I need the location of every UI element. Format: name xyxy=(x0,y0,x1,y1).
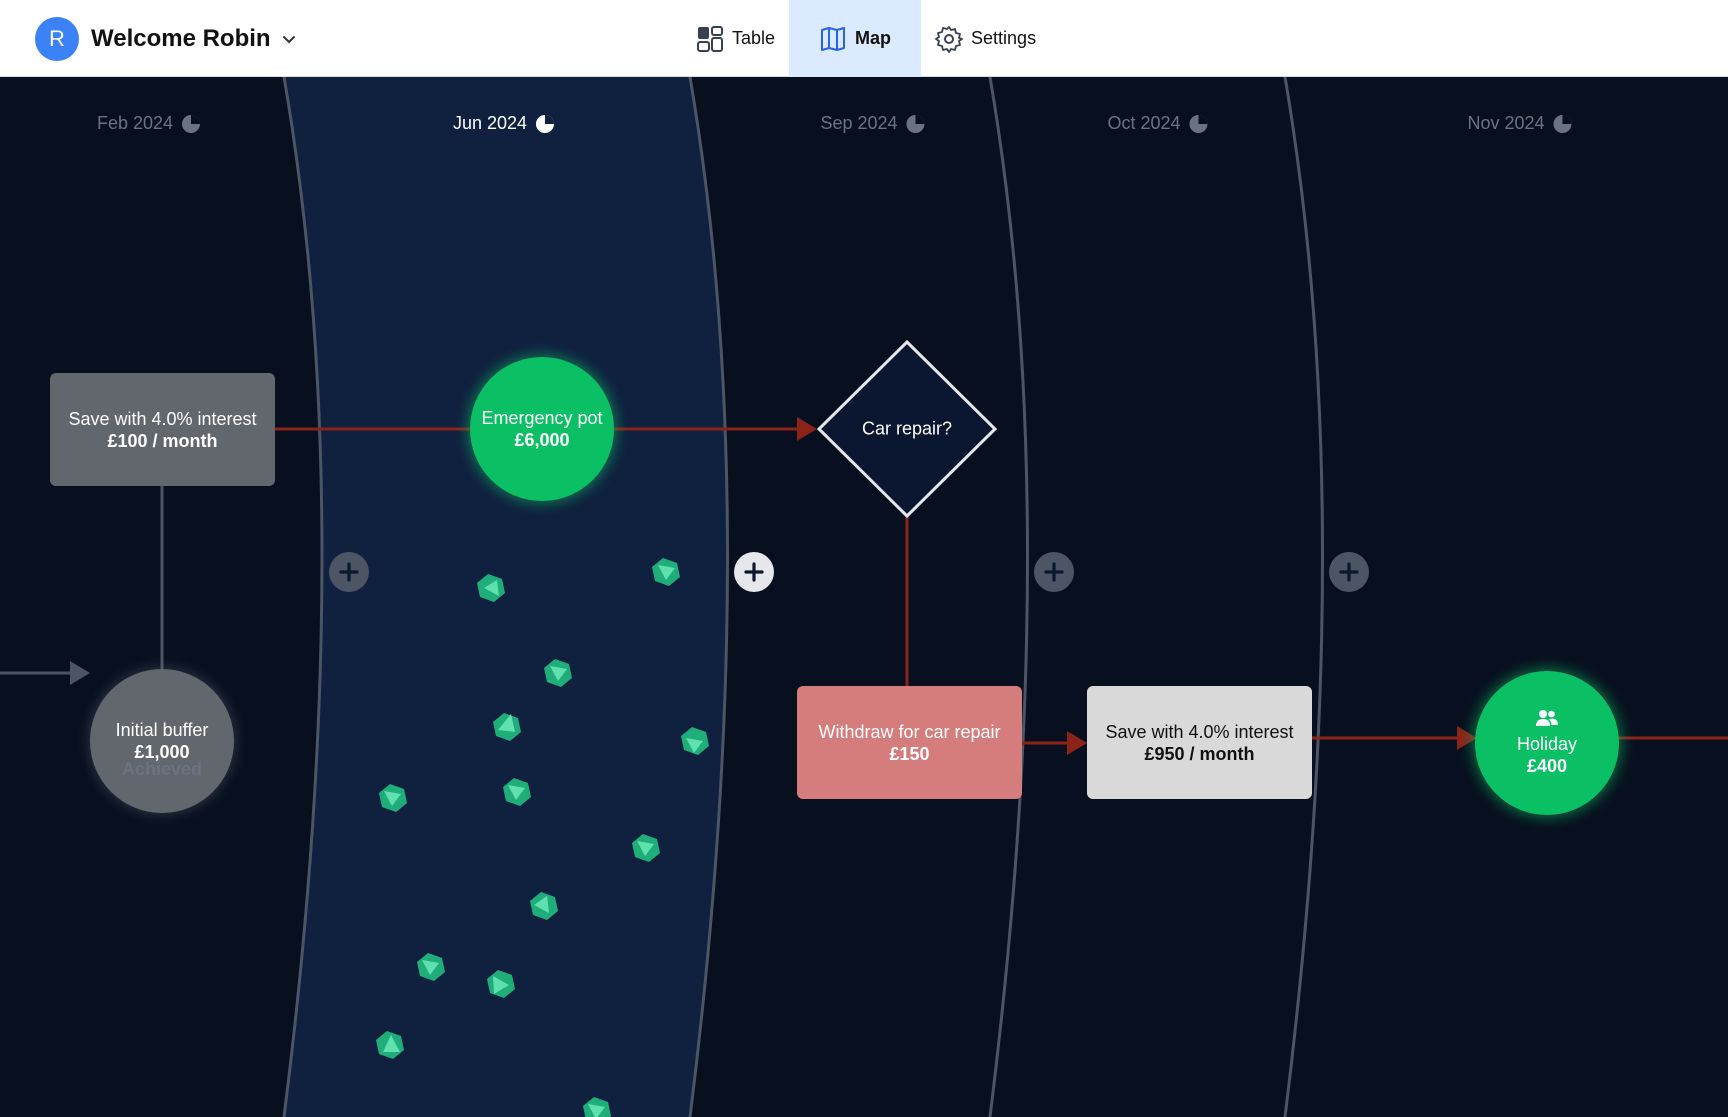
tab-map-label: Map xyxy=(855,28,892,48)
top-bar: R Welcome Robin Table Map Settings xyxy=(0,0,1728,77)
node-title: Save with 4.0% interest xyxy=(68,408,257,429)
map-background xyxy=(0,77,1728,1117)
month-label: Oct 2024 xyxy=(1107,113,1181,133)
tab-table-label: Table xyxy=(732,28,776,48)
achieved-status: Achieved xyxy=(121,759,203,779)
month-label: Nov 2024 xyxy=(1467,113,1545,133)
month-label: Feb 2024 xyxy=(96,113,174,133)
table-icon xyxy=(697,25,723,52)
node-title: Emergency pot xyxy=(481,408,603,428)
node-amount: £100 / month xyxy=(107,430,218,451)
flow-arrow xyxy=(797,417,817,441)
node-title: Save with 4.0% interest xyxy=(1105,721,1294,742)
pie-chart-icon[interactable] xyxy=(906,114,926,134)
connector-arrow xyxy=(70,661,90,685)
emergency-pot-node[interactable]: Emergency pot £6,000 xyxy=(470,357,614,501)
decision-label[interactable]: Car repair? xyxy=(862,419,952,440)
tab-table[interactable]: Table xyxy=(682,0,789,77)
month-boundary xyxy=(1283,77,1324,1117)
month-label-sep-2024: Sep 2024 xyxy=(820,113,925,134)
add-event-button[interactable] xyxy=(329,552,369,592)
plus-icon xyxy=(339,562,359,582)
month-label: Sep 2024 xyxy=(820,113,898,133)
pie-chart-icon[interactable] xyxy=(1553,114,1573,134)
node-title: Initial buffer xyxy=(115,720,209,740)
tab-settings[interactable]: Settings xyxy=(921,0,1050,77)
pie-chart-icon[interactable] xyxy=(1189,114,1209,134)
chevron-down-icon[interactable] xyxy=(281,31,297,47)
save-monthly-node-2[interactable]: Save with 4.0% interest £950 / month xyxy=(1087,686,1312,799)
month-label-nov-2024: Nov 2024 xyxy=(1467,113,1572,134)
avatar[interactable]: R xyxy=(35,17,79,61)
save-monthly-node[interactable]: Save with 4.0% interest £100 / month xyxy=(50,373,275,486)
month-label-oct-2024: Oct 2024 xyxy=(1107,113,1208,134)
node-amount: £950 / month xyxy=(1144,743,1255,764)
flow-arrow xyxy=(1067,731,1087,755)
timeline-map-canvas[interactable]: Feb 2024 Jun 2024 Sep 2024 Oct 2024 Nov … xyxy=(0,77,1728,1117)
plus-icon xyxy=(744,562,764,582)
node-title: Withdraw for car repair xyxy=(818,721,1001,742)
initial-buffer-node[interactable]: Initial buffer £1,000 xyxy=(90,669,234,813)
month-label: Jun 2024 xyxy=(452,113,528,133)
holiday-node[interactable]: Holiday £400 xyxy=(1475,671,1619,815)
node-amount: £400 xyxy=(1526,756,1568,776)
people-icon xyxy=(1536,710,1558,726)
tab-map[interactable]: Map xyxy=(789,0,922,77)
active-month-band xyxy=(284,77,728,1117)
month-label-jun-2024: Jun 2024 xyxy=(453,113,555,134)
withdraw-node[interactable]: Withdraw for car repair £150 xyxy=(797,686,1022,799)
view-tabs: Table Map Settings xyxy=(682,0,1050,77)
pie-chart-icon[interactable] xyxy=(181,114,201,134)
plus-icon xyxy=(1044,562,1064,582)
tab-settings-label: Settings xyxy=(971,28,1037,48)
user-menu[interactable]: R Welcome Robin xyxy=(35,17,297,61)
node-title: Holiday xyxy=(1516,734,1578,754)
pie-chart-icon[interactable] xyxy=(535,114,555,134)
node-amount: £150 xyxy=(889,743,930,764)
node-amount: £6,000 xyxy=(514,430,570,450)
month-boundary xyxy=(988,77,1029,1117)
month-label-feb-2024: Feb 2024 xyxy=(97,113,201,134)
welcome-title: Welcome Robin xyxy=(91,25,271,52)
add-event-button[interactable] xyxy=(1034,552,1074,592)
add-event-button[interactable] xyxy=(1329,552,1369,592)
map-icon xyxy=(821,26,846,51)
plus-icon xyxy=(1339,562,1359,582)
gear-icon xyxy=(935,25,963,53)
add-event-button[interactable] xyxy=(734,552,774,592)
